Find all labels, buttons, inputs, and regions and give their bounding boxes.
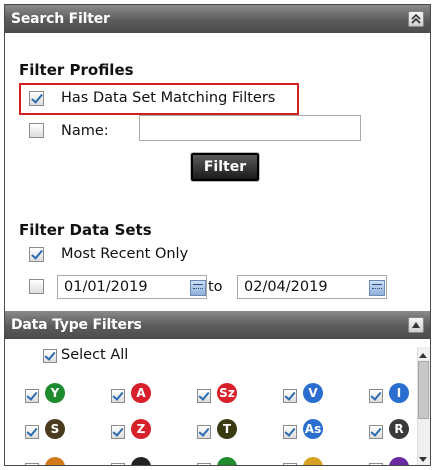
data-type-badge-icon: Sz [217, 383, 237, 403]
data-type-checkbox[interactable] [25, 389, 39, 403]
search-filter-title: Search Filter [11, 11, 110, 27]
most-recent-label: Most Recent Only [61, 246, 189, 262]
data-type-badge-icon: R [389, 419, 409, 439]
data-type-badge-icon: Z [131, 419, 151, 439]
filter-button[interactable]: Filter [190, 152, 260, 182]
data-type-checkbox[interactable] [197, 389, 211, 403]
scroll-down-icon[interactable] [419, 457, 427, 462]
data-type-checkbox[interactable] [283, 463, 297, 465]
to-label: to [208, 279, 223, 295]
data-type-badge-icon [131, 457, 151, 465]
data-type-badge-icon [217, 457, 237, 465]
data-type-checkbox[interactable] [25, 463, 39, 465]
collapse-double-up-icon[interactable] [408, 11, 424, 27]
data-type-badge-icon: S [45, 419, 65, 439]
data-type-badge-icon: A [131, 383, 151, 403]
date-to-input[interactable] [237, 275, 387, 299]
data-type-filters-title: Data Type Filters [11, 317, 142, 333]
data-type-checkbox[interactable] [369, 425, 383, 439]
data-type-checkbox[interactable] [283, 425, 297, 439]
has-data-set-checkbox[interactable] [29, 91, 44, 106]
data-type-badge-icon: T [217, 419, 237, 439]
data-type-checkbox[interactable] [197, 463, 211, 465]
date-range-checkbox[interactable] [29, 279, 44, 294]
data-type-badge-icon: I [389, 383, 409, 403]
name-label: Name: [61, 123, 109, 139]
data-type-checkbox[interactable] [197, 425, 211, 439]
data-type-badge-icon: V [303, 383, 323, 403]
select-all-label: Select All [61, 347, 129, 363]
calendar-icon[interactable] [190, 280, 206, 296]
scrollbar-thumb[interactable] [418, 361, 429, 419]
data-type-badge-icon [303, 457, 323, 465]
scroll-up-icon[interactable] [419, 353, 427, 358]
data-type-checkbox[interactable] [111, 425, 125, 439]
filter-profiles-title: Filter Profiles [19, 61, 134, 79]
most-recent-checkbox[interactable] [29, 247, 44, 262]
search-filter-header[interactable]: Search Filter [5, 5, 430, 33]
has-data-set-label: Has Data Set Matching Filters [61, 90, 276, 106]
data-type-checkbox[interactable] [25, 425, 39, 439]
filter-data-sets-title: Filter Data Sets [19, 221, 152, 239]
data-type-checkbox[interactable] [111, 389, 125, 403]
data-type-filters-header[interactable]: Data Type Filters [5, 311, 430, 339]
select-all-checkbox[interactable] [43, 349, 57, 363]
data-type-checkbox[interactable] [369, 389, 383, 403]
data-type-badge-icon: Y [45, 383, 65, 403]
date-from-input[interactable] [57, 275, 207, 299]
collapse-up-icon[interactable] [408, 317, 424, 333]
data-type-checkbox[interactable] [369, 463, 383, 465]
data-type-badge-icon [45, 457, 65, 465]
search-filter-panel: Search Filter Filter Profiles Has Data S… [4, 4, 431, 466]
data-type-checkbox[interactable] [111, 463, 125, 465]
data-type-badge-icon [389, 457, 409, 465]
calendar-icon[interactable] [369, 280, 385, 296]
name-checkbox[interactable] [29, 123, 44, 138]
data-type-badge-icon: As [303, 419, 323, 439]
data-type-checkbox[interactable] [283, 389, 297, 403]
name-input[interactable] [139, 115, 361, 141]
